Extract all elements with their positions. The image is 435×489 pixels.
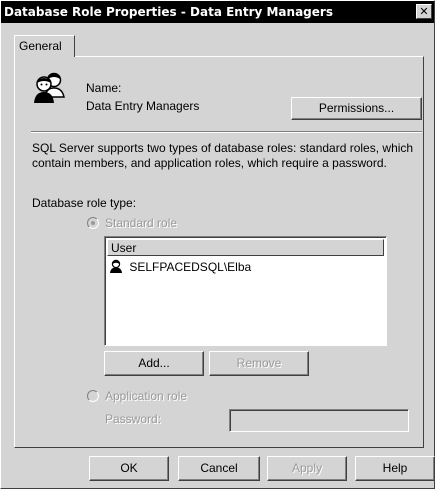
window-title: Database Role Properties - Data Entry Ma…	[4, 5, 333, 19]
members-listbox[interactable]: User SELFPACEDSQL\Elba	[104, 236, 387, 346]
tab-general[interactable]: General	[14, 35, 75, 57]
help-button-label: Help	[382, 461, 408, 475]
password-field[interactable]	[229, 409, 409, 432]
list-item[interactable]: SELFPACEDSQL\Elba	[109, 259, 251, 275]
column-header-user-label: User	[111, 241, 137, 255]
users-group-icon	[31, 71, 69, 105]
name-label: Name:	[86, 81, 122, 95]
standard-role-radio[interactable]	[87, 217, 99, 229]
ok-button-label: OK	[120, 461, 138, 475]
remove-member-button[interactable]: Remove	[209, 351, 309, 376]
help-button[interactable]: Help	[355, 456, 435, 481]
add-member-button[interactable]: Add...	[104, 351, 204, 376]
remove-button-label: Remove	[236, 356, 282, 370]
column-header-user[interactable]: User	[107, 239, 384, 256]
application-role-radio[interactable]	[87, 390, 99, 402]
cancel-button[interactable]: Cancel	[178, 456, 260, 481]
radio-selected-dot	[91, 221, 95, 225]
standard-role-label[interactable]: Standard role	[105, 216, 177, 230]
close-button[interactable]: ✕	[416, 4, 432, 19]
permissions-button[interactable]: Permissions...	[291, 97, 422, 120]
application-role-label[interactable]: Application role	[105, 389, 187, 403]
role-name-value: Data Entry Managers	[86, 99, 200, 113]
user-icon	[109, 259, 123, 277]
role-type-label: Database role type:	[32, 196, 137, 210]
role-description: SQL Server supports two types of databas…	[32, 141, 414, 170]
member-name: SELFPACEDSQL\Elba	[129, 260, 252, 274]
add-button-label: Add...	[138, 356, 170, 370]
separator-top	[31, 131, 422, 133]
tab-general-label: General	[19, 39, 62, 53]
close-icon: ✕	[419, 5, 429, 18]
password-input[interactable]	[230, 410, 408, 431]
permissions-button-label: Permissions...	[318, 101, 395, 115]
ok-button[interactable]: OK	[89, 456, 169, 481]
password-label: Password:	[105, 412, 162, 426]
cancel-button-label: Cancel	[200, 461, 238, 475]
apply-button-label: Apply	[291, 461, 323, 475]
dialog-window: Database Role Properties - Data Entry Ma…	[0, 0, 435, 489]
apply-button[interactable]: Apply	[267, 456, 347, 481]
title-bar[interactable]: Database Role Properties - Data Entry Ma…	[1, 1, 434, 23]
